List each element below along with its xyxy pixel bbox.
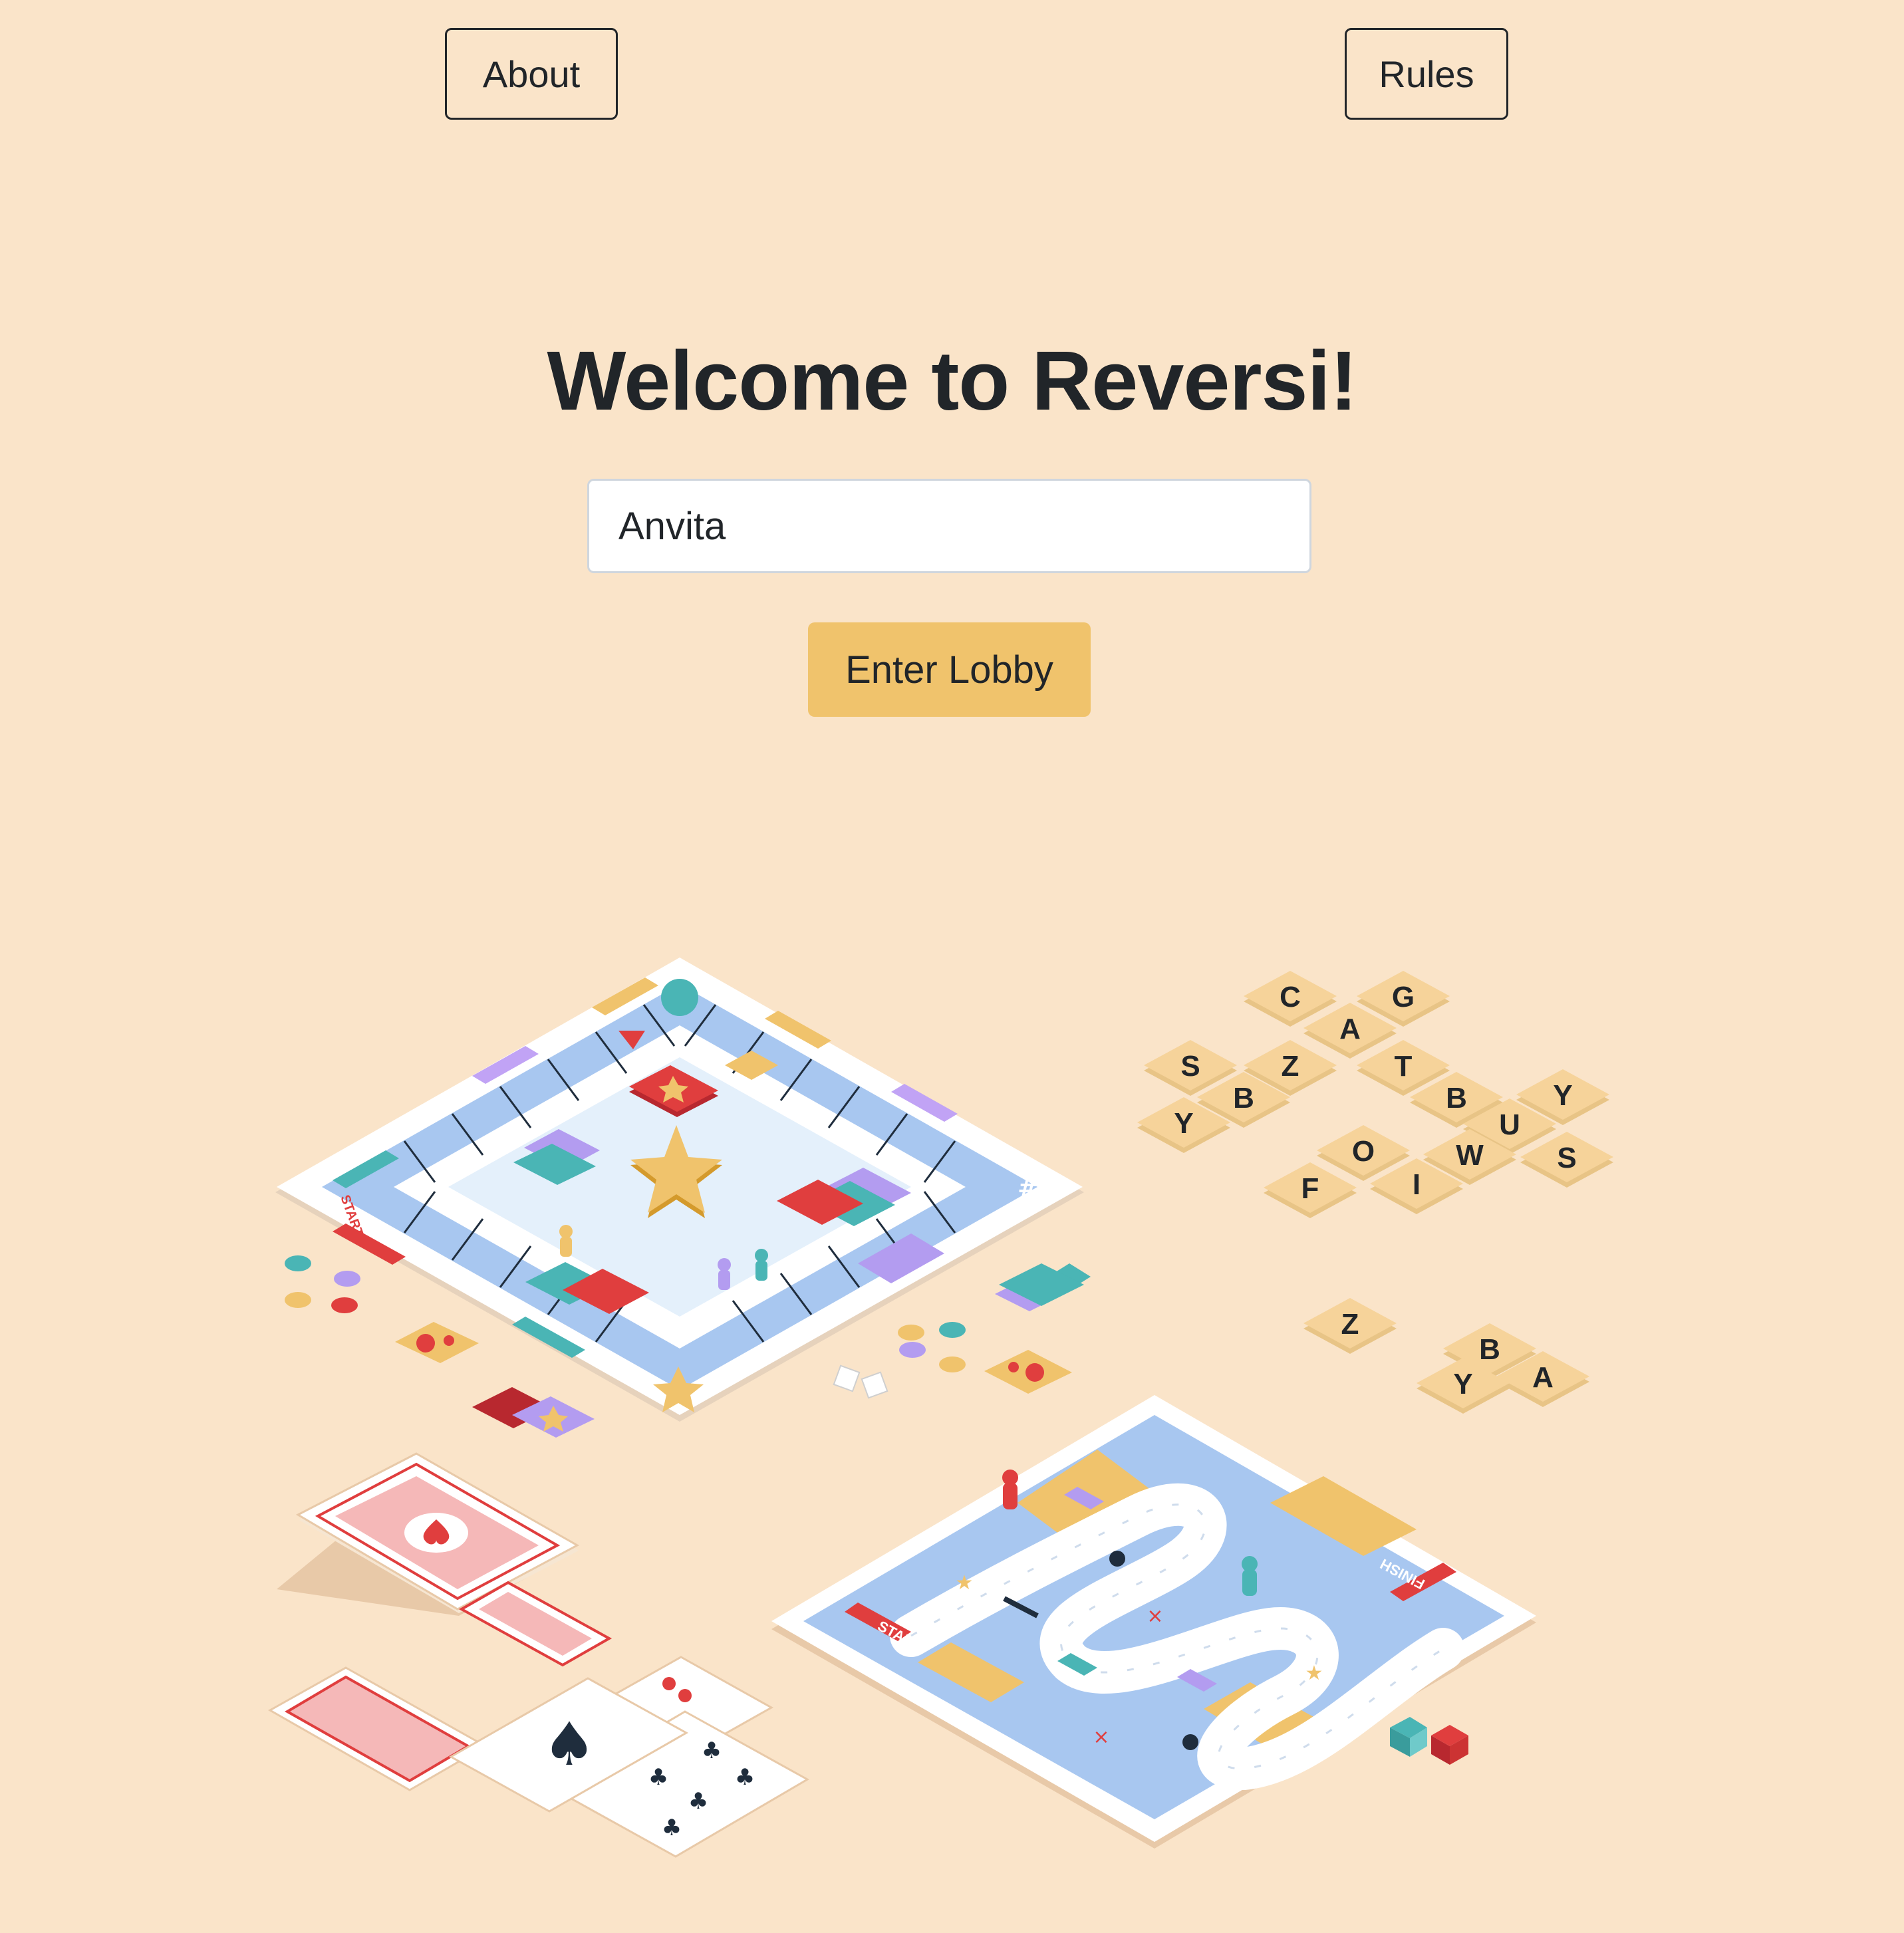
svg-text:★: ★ xyxy=(1305,1662,1323,1685)
name-input[interactable] xyxy=(587,479,1311,573)
page-title: Welcome to Reversi! xyxy=(547,334,1357,428)
svg-text:♣: ♣ xyxy=(662,1815,682,1841)
svg-text:♣: ♣ xyxy=(648,1764,668,1791)
letter-tiles: C G A S Z T B Y Y B U O W S F I Z B A Y xyxy=(1137,971,1613,1414)
enter-lobby-button[interactable]: Enter Lobby xyxy=(808,622,1091,717)
svg-text:A: A xyxy=(1339,1013,1361,1045)
svg-text:S: S xyxy=(1557,1142,1576,1174)
svg-text:G: G xyxy=(1392,981,1415,1013)
svg-text:♣: ♣ xyxy=(688,1788,708,1815)
svg-text:#: # xyxy=(1018,1174,1039,1203)
about-button[interactable]: About xyxy=(445,28,618,120)
svg-text:B: B xyxy=(1479,1333,1500,1366)
svg-text:Z: Z xyxy=(1282,1050,1299,1083)
rules-button[interactable]: Rules xyxy=(1345,28,1508,120)
svg-text:W: W xyxy=(1456,1139,1484,1172)
svg-text:Z: Z xyxy=(1341,1308,1359,1341)
svg-text:F: F xyxy=(1301,1172,1319,1205)
svg-text:♣: ♣ xyxy=(735,1764,755,1791)
svg-text:S: S xyxy=(1180,1050,1200,1083)
svg-text:T: T xyxy=(1395,1050,1413,1083)
race-board-image: × × ★ ★ START FINISH xyxy=(771,1395,1536,1849)
svg-text:I: I xyxy=(1413,1168,1421,1201)
svg-text:♠: ♠ xyxy=(543,1710,597,1779)
svg-text:Y: Y xyxy=(1453,1368,1472,1400)
svg-text:×: × xyxy=(1147,1605,1163,1628)
svg-text:Y: Y xyxy=(1553,1079,1572,1112)
svg-text:♣: ♣ xyxy=(702,1738,722,1764)
playing-cards: ♣ ♣ ♣ ♣ ♣ ♠ xyxy=(267,1452,810,1858)
svg-text:A: A xyxy=(1532,1361,1554,1394)
svg-text:C: C xyxy=(1280,981,1301,1013)
svg-text:U: U xyxy=(1499,1108,1520,1141)
board-games-illustration: START # C G A S Z T B Y Y B U O W S F I … xyxy=(193,918,1700,1933)
svg-text:★: ★ xyxy=(956,1571,974,1595)
svg-text:B: B xyxy=(1446,1082,1467,1114)
svg-text:O: O xyxy=(1352,1135,1375,1168)
svg-text:Y: Y xyxy=(1174,1107,1193,1140)
svg-text:×: × xyxy=(1093,1726,1109,1749)
game-board-image: START # xyxy=(275,958,1084,1422)
svg-text:B: B xyxy=(1233,1082,1254,1114)
